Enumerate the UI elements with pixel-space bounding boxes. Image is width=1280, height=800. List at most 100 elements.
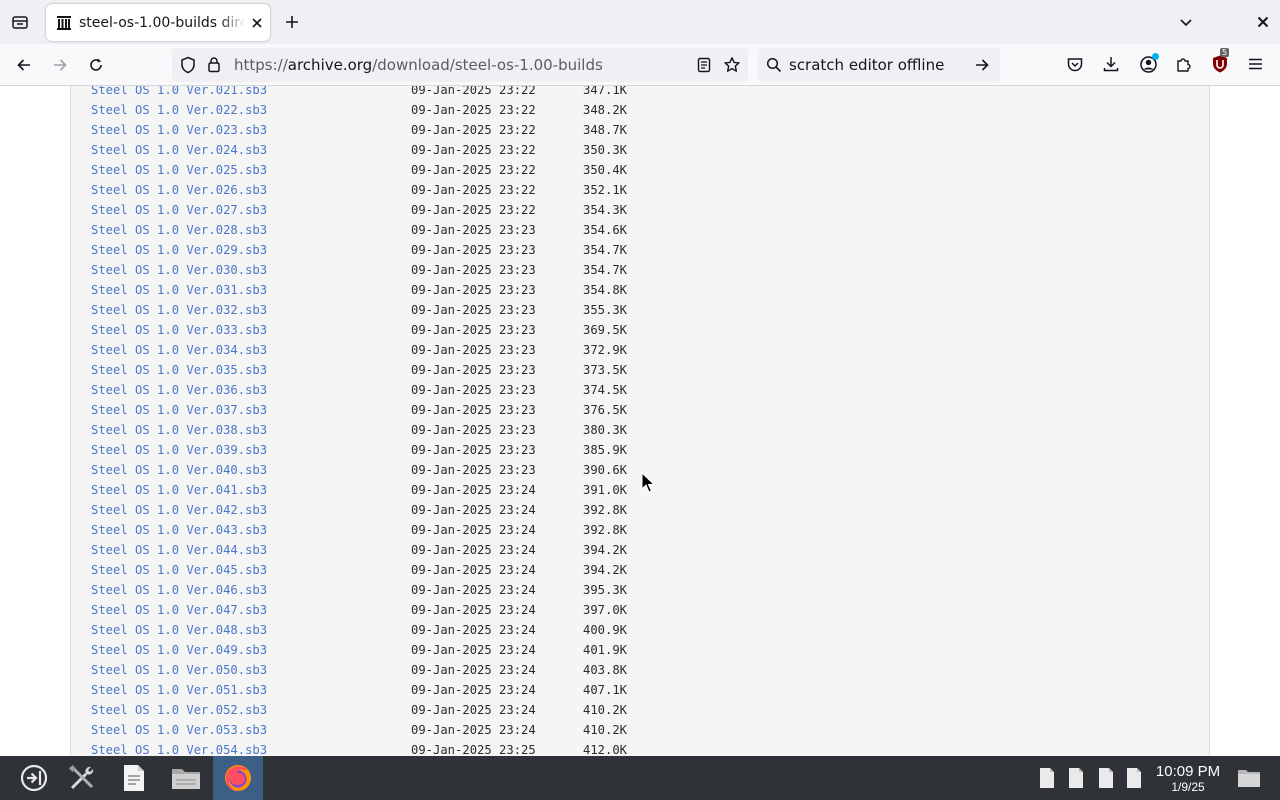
pocket-icon[interactable] (1066, 56, 1084, 74)
lock-icon[interactable] (207, 56, 221, 73)
tray-document-3[interactable] (1093, 756, 1119, 800)
file-link[interactable]: Steel OS 1.0 Ver.021.sb3 (91, 86, 267, 100)
file-link[interactable]: Steel OS 1.0 Ver.028.sb3 (91, 220, 267, 240)
file-link[interactable]: Steel OS 1.0 Ver.050.sb3 (91, 660, 267, 680)
tray-document-icon (1069, 768, 1083, 788)
file-link[interactable]: Steel OS 1.0 Ver.022.sb3 (91, 100, 267, 120)
tray-document-icon (1099, 768, 1113, 788)
extensions-icon[interactable] (1175, 55, 1193, 73)
file-date: 09-Jan-2025 23:24 (411, 563, 536, 577)
back-button[interactable] (8, 49, 40, 81)
file-link[interactable]: Steel OS 1.0 Ver.037.sb3 (91, 400, 267, 420)
file-size: 401.9K (583, 643, 628, 657)
search-input[interactable]: scratch editor offline (789, 56, 944, 74)
file-link[interactable]: Steel OS 1.0 Ver.035.sb3 (91, 360, 267, 380)
url-text[interactable]: https://archive.org/download/steel-os-1.… (234, 56, 603, 74)
listing-row: Steel OS 1.0 Ver.045.sb3 09-Jan-2025 23:2… (71, 560, 1211, 580)
listing-row: Steel OS 1.0 Ver.021.sb3 09-Jan-2025 23:2… (71, 86, 1211, 100)
menu-icon[interactable] (1247, 56, 1264, 72)
file-date: 09-Jan-2025 23:22 (411, 123, 536, 137)
listing-row: Steel OS 1.0 Ver.022.sb3 09-Jan-2025 23:2… (71, 100, 1211, 120)
star-icon[interactable] (723, 56, 741, 74)
file-link[interactable]: Steel OS 1.0 Ver.045.sb3 (91, 560, 267, 580)
archive-favicon-icon (55, 14, 73, 32)
file-link[interactable]: Steel OS 1.0 Ver.036.sb3 (91, 380, 267, 400)
file-link[interactable]: Steel OS 1.0 Ver.033.sb3 (91, 320, 267, 340)
active-tab[interactable]: steel-os-1.00-builds directory listing (46, 4, 270, 41)
file-size: 394.2K (583, 563, 628, 577)
file-date: 09-Jan-2025 23:24 (411, 683, 536, 697)
file-link[interactable]: Steel OS 1.0 Ver.029.sb3 (91, 240, 267, 260)
listing-row: Steel OS 1.0 Ver.030.sb3 09-Jan-2025 23:2… (71, 260, 1211, 280)
list-all-tabs-button[interactable] (1172, 8, 1200, 36)
new-tab-button[interactable] (278, 8, 306, 36)
file-link[interactable]: Steel OS 1.0 Ver.044.sb3 (91, 540, 267, 560)
file-size: 395.3K (583, 583, 628, 597)
file-link[interactable]: Steel OS 1.0 Ver.034.sb3 (91, 340, 267, 360)
shield-icon[interactable] (180, 56, 196, 74)
file-link[interactable]: Steel OS 1.0 Ver.049.sb3 (91, 640, 267, 660)
application-launcher[interactable] (10, 756, 58, 800)
file-link[interactable]: Steel OS 1.0 Ver.026.sb3 (91, 180, 267, 200)
file-manager-icon (172, 769, 200, 789)
file-link[interactable]: Steel OS 1.0 Ver.024.sb3 (91, 140, 267, 160)
reload-button[interactable] (80, 49, 112, 81)
file-date: 09-Jan-2025 23:22 (411, 203, 536, 217)
file-link[interactable]: Steel OS 1.0 Ver.023.sb3 (91, 120, 267, 140)
file-size: 348.7K (583, 123, 628, 137)
window-close-button[interactable] (1249, 8, 1277, 36)
show-desktop-button[interactable] (1234, 756, 1264, 800)
listing-row: Steel OS 1.0 Ver.023.sb3 09-Jan-2025 23:2… (71, 120, 1211, 140)
listing-row: Steel OS 1.0 Ver.039.sb3 09-Jan-2025 23:2… (71, 440, 1211, 460)
file-link[interactable]: Steel OS 1.0 Ver.025.sb3 (91, 160, 267, 180)
reader-view-icon[interactable] (696, 57, 712, 73)
file-link[interactable]: Steel OS 1.0 Ver.046.sb3 (91, 580, 267, 600)
taskbar-tools[interactable] (58, 756, 106, 800)
tray-document-1[interactable] (1034, 756, 1060, 800)
search-bar[interactable]: scratch editor offline (758, 48, 1000, 82)
file-link[interactable]: Steel OS 1.0 Ver.041.sb3 (91, 480, 267, 500)
file-size: 347.1K (583, 86, 628, 97)
tray-document-2[interactable] (1063, 756, 1089, 800)
tab-close-button[interactable] (247, 13, 267, 33)
tab-list-button[interactable] (6, 8, 34, 36)
listing-row: Steel OS 1.0 Ver.037.sb3 09-Jan-2025 23:2… (71, 400, 1211, 420)
ublock-icon[interactable]: 5 (1210, 48, 1230, 74)
file-size: 369.5K (583, 323, 628, 337)
tray-document-icon (1127, 768, 1141, 788)
file-date: 09-Jan-2025 23:24 (411, 503, 536, 517)
taskbar-file-manager[interactable] (162, 756, 210, 800)
file-link[interactable]: Steel OS 1.0 Ver.043.sb3 (91, 520, 267, 540)
file-date: 09-Jan-2025 23:23 (411, 223, 536, 237)
file-link[interactable]: Steel OS 1.0 Ver.048.sb3 (91, 620, 267, 640)
taskbar-firefox[interactable] (213, 756, 263, 800)
tray-document-4[interactable] (1121, 756, 1147, 800)
file-link[interactable]: Steel OS 1.0 Ver.051.sb3 (91, 680, 267, 700)
taskbar-text-editor[interactable] (110, 756, 158, 800)
forward-button[interactable] (44, 49, 76, 81)
account-icon[interactable] (1139, 53, 1159, 74)
file-size: 407.1K (583, 683, 628, 697)
file-link[interactable]: Steel OS 1.0 Ver.052.sb3 (91, 700, 267, 720)
url-bar[interactable]: https://archive.org/download/steel-os-1.… (172, 48, 748, 82)
file-date: 09-Jan-2025 23:24 (411, 663, 536, 677)
listing-row: Steel OS 1.0 Ver.027.sb3 09-Jan-2025 23:2… (71, 200, 1211, 220)
file-link[interactable]: Steel OS 1.0 Ver.031.sb3 (91, 280, 267, 300)
listing-row: Steel OS 1.0 Ver.043.sb3 09-Jan-2025 23:2… (71, 520, 1211, 540)
file-link[interactable]: Steel OS 1.0 Ver.047.sb3 (91, 600, 267, 620)
search-go-button[interactable] (974, 57, 990, 73)
file-link[interactable]: Steel OS 1.0 Ver.039.sb3 (91, 440, 267, 460)
file-link[interactable]: Steel OS 1.0 Ver.042.sb3 (91, 500, 267, 520)
file-date: 09-Jan-2025 23:24 (411, 643, 536, 657)
file-link[interactable]: Steel OS 1.0 Ver.038.sb3 (91, 420, 267, 440)
listing-row: Steel OS 1.0 Ver.032.sb3 09-Jan-2025 23:2… (71, 300, 1211, 320)
file-link[interactable]: Steel OS 1.0 Ver.053.sb3 (91, 720, 267, 740)
file-size: 392.8K (583, 523, 628, 537)
download-icon[interactable] (1102, 55, 1120, 73)
file-link[interactable]: Steel OS 1.0 Ver.027.sb3 (91, 200, 267, 220)
file-link[interactable]: Steel OS 1.0 Ver.032.sb3 (91, 300, 267, 320)
file-link[interactable]: Steel OS 1.0 Ver.054.sb3 (91, 740, 267, 756)
file-link[interactable]: Steel OS 1.0 Ver.040.sb3 (91, 460, 267, 480)
file-date: 09-Jan-2025 23:23 (411, 243, 536, 257)
file-link[interactable]: Steel OS 1.0 Ver.030.sb3 (91, 260, 267, 280)
